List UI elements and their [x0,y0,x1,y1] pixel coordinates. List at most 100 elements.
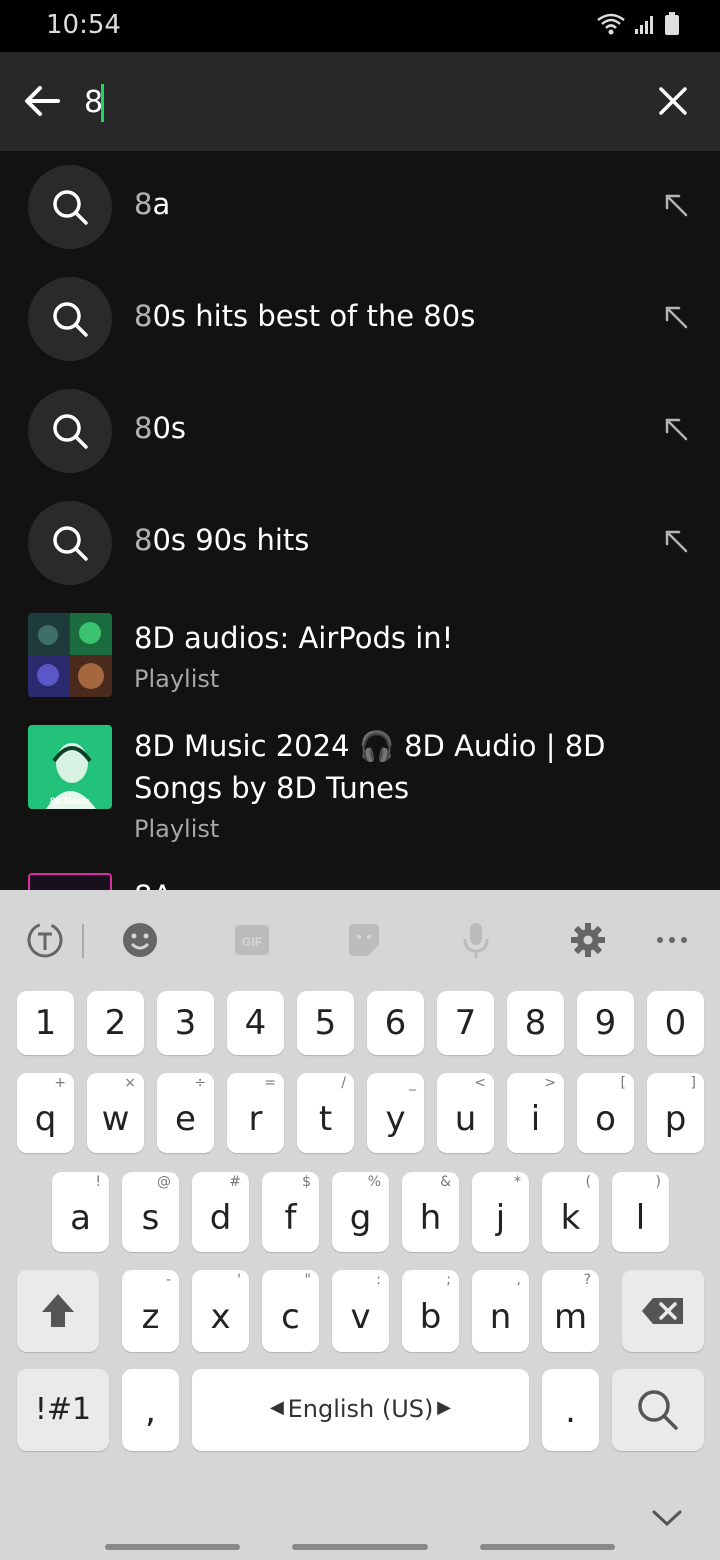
settings-gear-icon[interactable] [568,920,608,960]
arrow-up-left-icon[interactable] [662,527,690,555]
key-b[interactable]: ; b [402,1270,459,1352]
search-icon [53,302,88,337]
key-q[interactable]: + q [17,1073,74,1153]
key-0[interactable]: 0 [647,991,704,1055]
suggestion-search-circle [28,389,112,473]
backspace-key[interactable] [622,1270,704,1352]
key-h[interactable]: & h [402,1172,459,1252]
key-5[interactable]: 5 [297,991,354,1055]
nav-home-indicator[interactable] [292,1544,428,1550]
signal-icon [635,16,653,34]
key-1[interactable]: 1 [17,991,74,1055]
emoji-icon[interactable] [120,920,160,960]
key-f[interactable]: $ f [262,1172,319,1252]
arrow-up-left-icon[interactable] [662,303,690,331]
comma-key[interactable]: , [122,1369,179,1451]
key-m[interactable]: ? m [542,1270,599,1352]
wifi-icon [597,13,625,35]
key-e[interactable]: ÷ e [157,1073,214,1153]
suggestion-row[interactable]: 8a [0,151,720,263]
search-icon [53,526,88,561]
key-g[interactable]: % g [332,1172,389,1252]
search-input[interactable] [84,80,624,124]
key-v[interactable]: :v [332,1270,389,1352]
toolbar-divider [82,924,84,958]
suggestion-text: 80s [134,411,187,445]
microphone-icon[interactable] [456,920,496,960]
shift-arrow-icon [42,1294,74,1327]
suggestion-row[interactable]: 80s [0,375,720,487]
playlist-title: 8D audios: AirPods in! [134,621,454,655]
key-j[interactable]: * j [472,1172,529,1252]
playlist-result-row[interactable]: 8D audios: AirPods in! Playlist [0,613,720,713]
playlist-title: 8D Music 2024 🎧 8D Audio | 8D Songs by 8… [134,729,606,805]
text-translate-icon[interactable] [25,920,65,960]
playlist-type: Playlist [134,665,220,693]
period-key[interactable]: . [542,1369,599,1451]
space-key[interactable]: ◀ English (US) ▶ [192,1369,529,1451]
key-a[interactable]: ! a [52,1172,109,1252]
key-s[interactable]: @ s [122,1172,179,1252]
svg-text:GIF: GIF [242,935,262,949]
key-3[interactable]: 3 [157,991,214,1055]
cover-label: 8D Music [50,796,90,806]
key-t[interactable]: / t [297,1073,354,1153]
clear-search-button[interactable] [650,78,696,124]
suggestion-row[interactable]: 80s hits best of the 80s [0,263,720,375]
back-button[interactable] [18,76,68,126]
search-icon [53,414,88,449]
key-u[interactable]: < u [437,1073,494,1153]
suggestion-search-circle [28,501,112,585]
status-bar: 10:54 [0,0,720,52]
suggestion-text: 80s hits best of the 80s [134,299,476,333]
sticker-icon[interactable] [344,920,384,960]
key-w[interactable]: × w [87,1073,144,1153]
key-7[interactable]: 7 [437,991,494,1055]
key-c[interactable]: " c [262,1270,319,1352]
key-l[interactable]: ) l [612,1172,669,1252]
playlist-result-row[interactable]: 8D Music 8D Music 2024 🎧 8D Audio | 8D S… [0,725,720,865]
search-key[interactable] [612,1369,704,1451]
partial-result-row[interactable]: 8A [0,873,720,890]
key-x[interactable]: ' x [192,1270,249,1352]
key-i[interactable]: > i [507,1073,564,1153]
status-icons [596,12,680,36]
arrow-up-left-icon[interactable] [662,191,690,219]
key-6[interactable]: 6 [367,991,424,1055]
language-right-arrow-icon: ▶ [437,1397,451,1418]
key-8[interactable]: 8 [507,991,564,1055]
gif-icon[interactable]: GIF [232,920,272,960]
status-time: 10:54 [46,10,121,40]
key-y[interactable]: _ y [367,1073,424,1153]
key-o[interactable]: [o [577,1073,634,1153]
symbols-key[interactable]: !#1 [17,1369,109,1451]
search-icon [53,190,88,225]
key-z[interactable]: -z [122,1270,179,1352]
key-n[interactable]: ,n [472,1270,529,1352]
close-icon [659,87,687,115]
shift-key[interactable] [17,1270,99,1352]
on-screen-keyboard: GIF 1 2 3 4 5 6 7 8 9 0 + q × w ÷ e = r … [0,890,720,1560]
suggestion-row[interactable]: 80s 90s hits [0,487,720,599]
search-results: 8a 80s hits best of the 80s 80s 80s 90s … [0,151,720,890]
key-4[interactable]: 4 [227,991,284,1055]
playlist-cover [28,613,112,697]
key-d[interactable]: # d [192,1172,249,1252]
search-icon [638,1390,678,1430]
key-9[interactable]: 9 [577,991,634,1055]
search-header [0,52,720,151]
collapse-keyboard-chevron-icon[interactable] [650,1508,684,1528]
suggestion-search-circle [28,277,112,361]
nav-recent-indicator[interactable] [105,1544,240,1550]
arrow-up-left-icon[interactable] [662,415,690,443]
key-r[interactable]: = r [227,1073,284,1153]
more-options-icon[interactable] [652,920,692,960]
result-cover [28,873,112,890]
key-2[interactable]: 2 [87,991,144,1055]
keyboard-toolbar: GIF [0,890,720,990]
nav-back-indicator[interactable] [480,1544,615,1550]
result-title: 8A [134,875,694,890]
playlist-mosaic-image [28,613,112,697]
key-k[interactable]: (k [542,1172,599,1252]
key-p[interactable]: ] p [647,1073,704,1153]
